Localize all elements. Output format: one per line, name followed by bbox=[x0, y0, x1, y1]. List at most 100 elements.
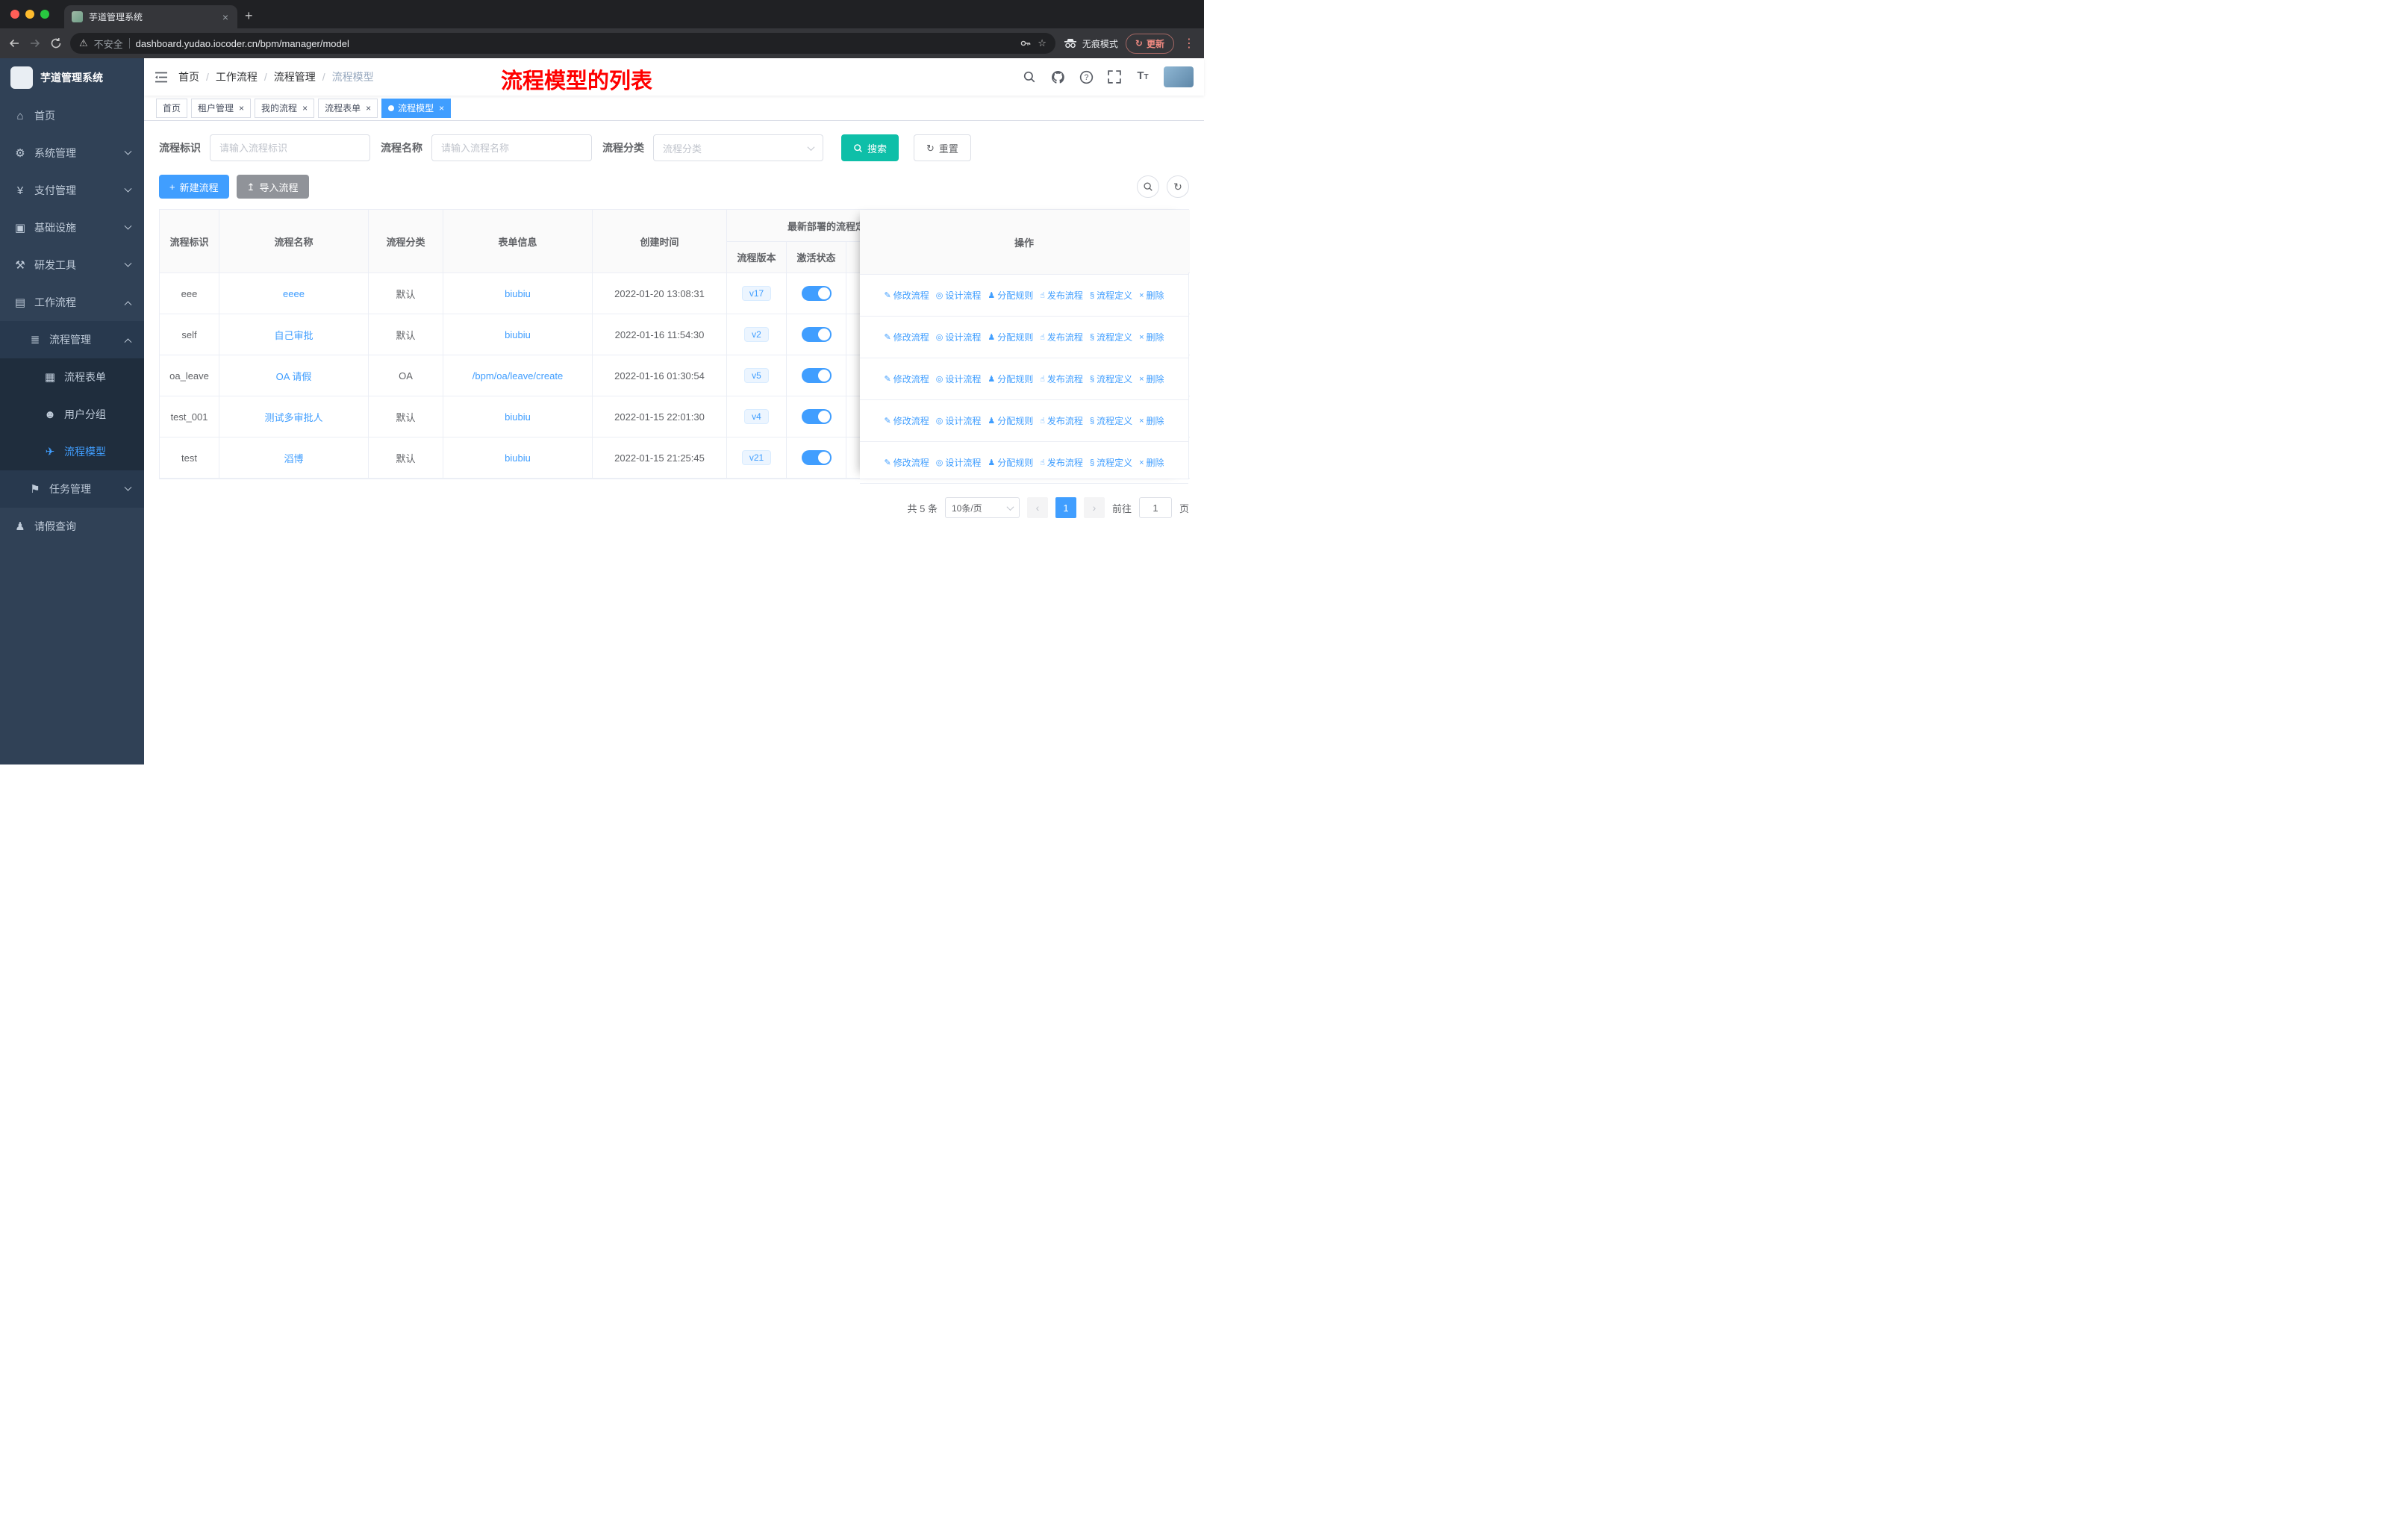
sidebar-item-system[interactable]: ⚙ 系统管理 bbox=[0, 134, 144, 172]
action-publish[interactable]: ☝ 发布流程 bbox=[1040, 373, 1083, 385]
process-name-link[interactable]: 滔博 bbox=[284, 453, 303, 464]
close-icon[interactable]: × bbox=[239, 103, 244, 113]
minimize-window-button[interactable] bbox=[25, 10, 34, 19]
action-publish[interactable]: ☝ 发布流程 bbox=[1040, 414, 1083, 427]
active-toggle[interactable] bbox=[801, 327, 832, 342]
action-delete[interactable]: × 删除 bbox=[1139, 331, 1164, 343]
action-delete[interactable]: × 删除 bbox=[1139, 373, 1164, 385]
action-delete[interactable]: × 删除 bbox=[1139, 289, 1164, 302]
close-icon[interactable]: × bbox=[366, 103, 371, 113]
key-icon[interactable] bbox=[1020, 37, 1032, 49]
active-toggle[interactable] bbox=[801, 409, 832, 424]
action-design[interactable]: ◎ 设计流程 bbox=[936, 456, 982, 469]
action-design[interactable]: ◎ 设计流程 bbox=[936, 289, 982, 302]
sidebar-item-leave-query[interactable]: ♟ 请假查询 bbox=[0, 508, 144, 545]
tab-close-icon[interactable]: × bbox=[221, 11, 230, 23]
form-info-link[interactable]: biubiu bbox=[505, 411, 531, 423]
form-info-link[interactable]: biubiu bbox=[505, 329, 531, 340]
action-assign-rule[interactable]: ♟ 分配规则 bbox=[988, 456, 1033, 469]
breadcrumb-home[interactable]: 首页 bbox=[178, 69, 216, 84]
active-toggle[interactable] bbox=[801, 450, 832, 465]
search-button[interactable]: 搜索 bbox=[841, 134, 899, 161]
reset-button[interactable]: ↻ 重置 bbox=[914, 134, 971, 161]
prev-page-button[interactable]: ‹ bbox=[1026, 497, 1048, 518]
address-bar[interactable]: ⚠ 不安全 dashboard.yudao.iocoder.cn/bpm/man… bbox=[70, 33, 1055, 54]
action-assign-rule[interactable]: ♟ 分配规则 bbox=[988, 331, 1033, 343]
process-name-link[interactable]: eeee bbox=[283, 288, 305, 299]
breadcrumb-workflow[interactable]: 工作流程 bbox=[216, 69, 274, 84]
action-design[interactable]: ◎ 设计流程 bbox=[936, 414, 982, 427]
form-info-link[interactable]: biubiu bbox=[505, 288, 531, 299]
sidebar-item-process-form[interactable]: ▦ 流程表单 bbox=[0, 358, 144, 396]
tag-tenant-mgmt[interactable]: 租户管理 × bbox=[191, 98, 252, 118]
close-icon[interactable]: × bbox=[439, 103, 444, 113]
action-publish[interactable]: ☝ 发布流程 bbox=[1040, 289, 1083, 302]
action-modify[interactable]: ✎ 修改流程 bbox=[884, 331, 929, 343]
sidebar-item-infra[interactable]: ▣ 基础设施 bbox=[0, 209, 144, 246]
form-info-link[interactable]: /bpm/oa/leave/create bbox=[472, 370, 563, 382]
update-browser-button[interactable]: ↻ 更新 bbox=[1125, 33, 1174, 54]
action-modify[interactable]: ✎ 修改流程 bbox=[884, 456, 929, 469]
github-icon[interactable] bbox=[1050, 69, 1065, 84]
collapse-sidebar-icon[interactable] bbox=[155, 72, 168, 83]
tag-process-model[interactable]: 流程模型 × bbox=[381, 98, 452, 118]
user-avatar[interactable] bbox=[1164, 66, 1194, 87]
action-design[interactable]: ◎ 设计流程 bbox=[936, 331, 982, 343]
back-icon[interactable] bbox=[7, 37, 21, 50]
category-select[interactable]: 流程分类 bbox=[653, 134, 823, 161]
page-1-button[interactable]: 1 bbox=[1055, 497, 1076, 518]
font-size-icon[interactable]: TT bbox=[1135, 69, 1150, 84]
action-publish[interactable]: ☝ 发布流程 bbox=[1040, 456, 1083, 469]
breadcrumb-process-mgmt[interactable]: 流程管理 bbox=[274, 69, 332, 84]
form-info-link[interactable]: biubiu bbox=[505, 452, 531, 464]
sidebar-item-devtools[interactable]: ⚒ 研发工具 bbox=[0, 246, 144, 284]
action-definition[interactable]: § 流程定义 bbox=[1090, 373, 1132, 385]
active-toggle[interactable] bbox=[801, 368, 832, 383]
sidebar-item-payment[interactable]: ¥ 支付管理 bbox=[0, 172, 144, 209]
sidebar-item-task-mgmt[interactable]: ⚑ 任务管理 bbox=[0, 470, 144, 508]
action-assign-rule[interactable]: ♟ 分配规则 bbox=[988, 414, 1033, 427]
next-page-button[interactable]: › bbox=[1083, 497, 1105, 518]
sidebar-item-process-model[interactable]: ✈ 流程模型 bbox=[0, 433, 144, 470]
maximize-window-button[interactable] bbox=[40, 10, 49, 19]
help-icon[interactable]: ? bbox=[1079, 69, 1094, 84]
process-name-link[interactable]: 测试多审批人 bbox=[264, 412, 322, 423]
action-delete[interactable]: × 删除 bbox=[1139, 414, 1164, 427]
action-modify[interactable]: ✎ 修改流程 bbox=[884, 414, 929, 427]
sidebar-item-home[interactable]: ⌂ 首页 bbox=[0, 97, 144, 134]
close-icon[interactable]: × bbox=[302, 103, 308, 113]
process-key-input[interactable] bbox=[210, 134, 370, 161]
action-modify[interactable]: ✎ 修改流程 bbox=[884, 373, 929, 385]
search-icon[interactable] bbox=[1022, 69, 1037, 84]
action-definition[interactable]: § 流程定义 bbox=[1090, 331, 1132, 343]
new-tab-button[interactable]: + bbox=[245, 8, 253, 24]
forward-icon[interactable] bbox=[28, 37, 42, 50]
tag-process-form[interactable]: 流程表单 × bbox=[318, 98, 378, 118]
sidebar-item-user-group[interactable]: ☻ 用户分组 bbox=[0, 396, 144, 433]
action-definition[interactable]: § 流程定义 bbox=[1090, 414, 1132, 427]
tag-home[interactable]: 首页 bbox=[156, 98, 188, 118]
action-definition[interactable]: § 流程定义 bbox=[1090, 456, 1132, 469]
close-window-button[interactable] bbox=[10, 10, 19, 19]
create-process-button[interactable]: + 新建流程 bbox=[159, 175, 229, 199]
action-modify[interactable]: ✎ 修改流程 bbox=[884, 289, 929, 302]
tag-my-process[interactable]: 我的流程 × bbox=[255, 98, 315, 118]
action-publish[interactable]: ☝ 发布流程 bbox=[1040, 331, 1083, 343]
fullscreen-icon[interactable] bbox=[1107, 69, 1122, 84]
reload-icon[interactable] bbox=[49, 37, 63, 50]
refresh-table-button[interactable]: ↻ bbox=[1167, 175, 1189, 198]
sidebar-item-workflow[interactable]: ▤ 工作流程 bbox=[0, 284, 144, 321]
action-assign-rule[interactable]: ♟ 分配规则 bbox=[988, 289, 1033, 302]
sidebar-item-process-mgmt[interactable]: ≣ 流程管理 bbox=[0, 321, 144, 358]
action-assign-rule[interactable]: ♟ 分配规则 bbox=[988, 373, 1033, 385]
process-name-input[interactable] bbox=[431, 134, 592, 161]
page-size-select[interactable]: 10条/页 bbox=[944, 497, 1020, 518]
process-name-link[interactable]: OA 请假 bbox=[276, 371, 312, 382]
import-process-button[interactable]: ↥ 导入流程 bbox=[236, 175, 309, 199]
action-delete[interactable]: × 删除 bbox=[1139, 456, 1164, 469]
bookmark-star-icon[interactable]: ☆ bbox=[1038, 37, 1047, 49]
action-design[interactable]: ◎ 设计流程 bbox=[936, 373, 982, 385]
browser-menu-icon[interactable]: ⋮ bbox=[1182, 36, 1197, 51]
active-toggle[interactable] bbox=[801, 286, 832, 301]
browser-tab[interactable]: 芋道管理系统 × bbox=[64, 5, 237, 28]
